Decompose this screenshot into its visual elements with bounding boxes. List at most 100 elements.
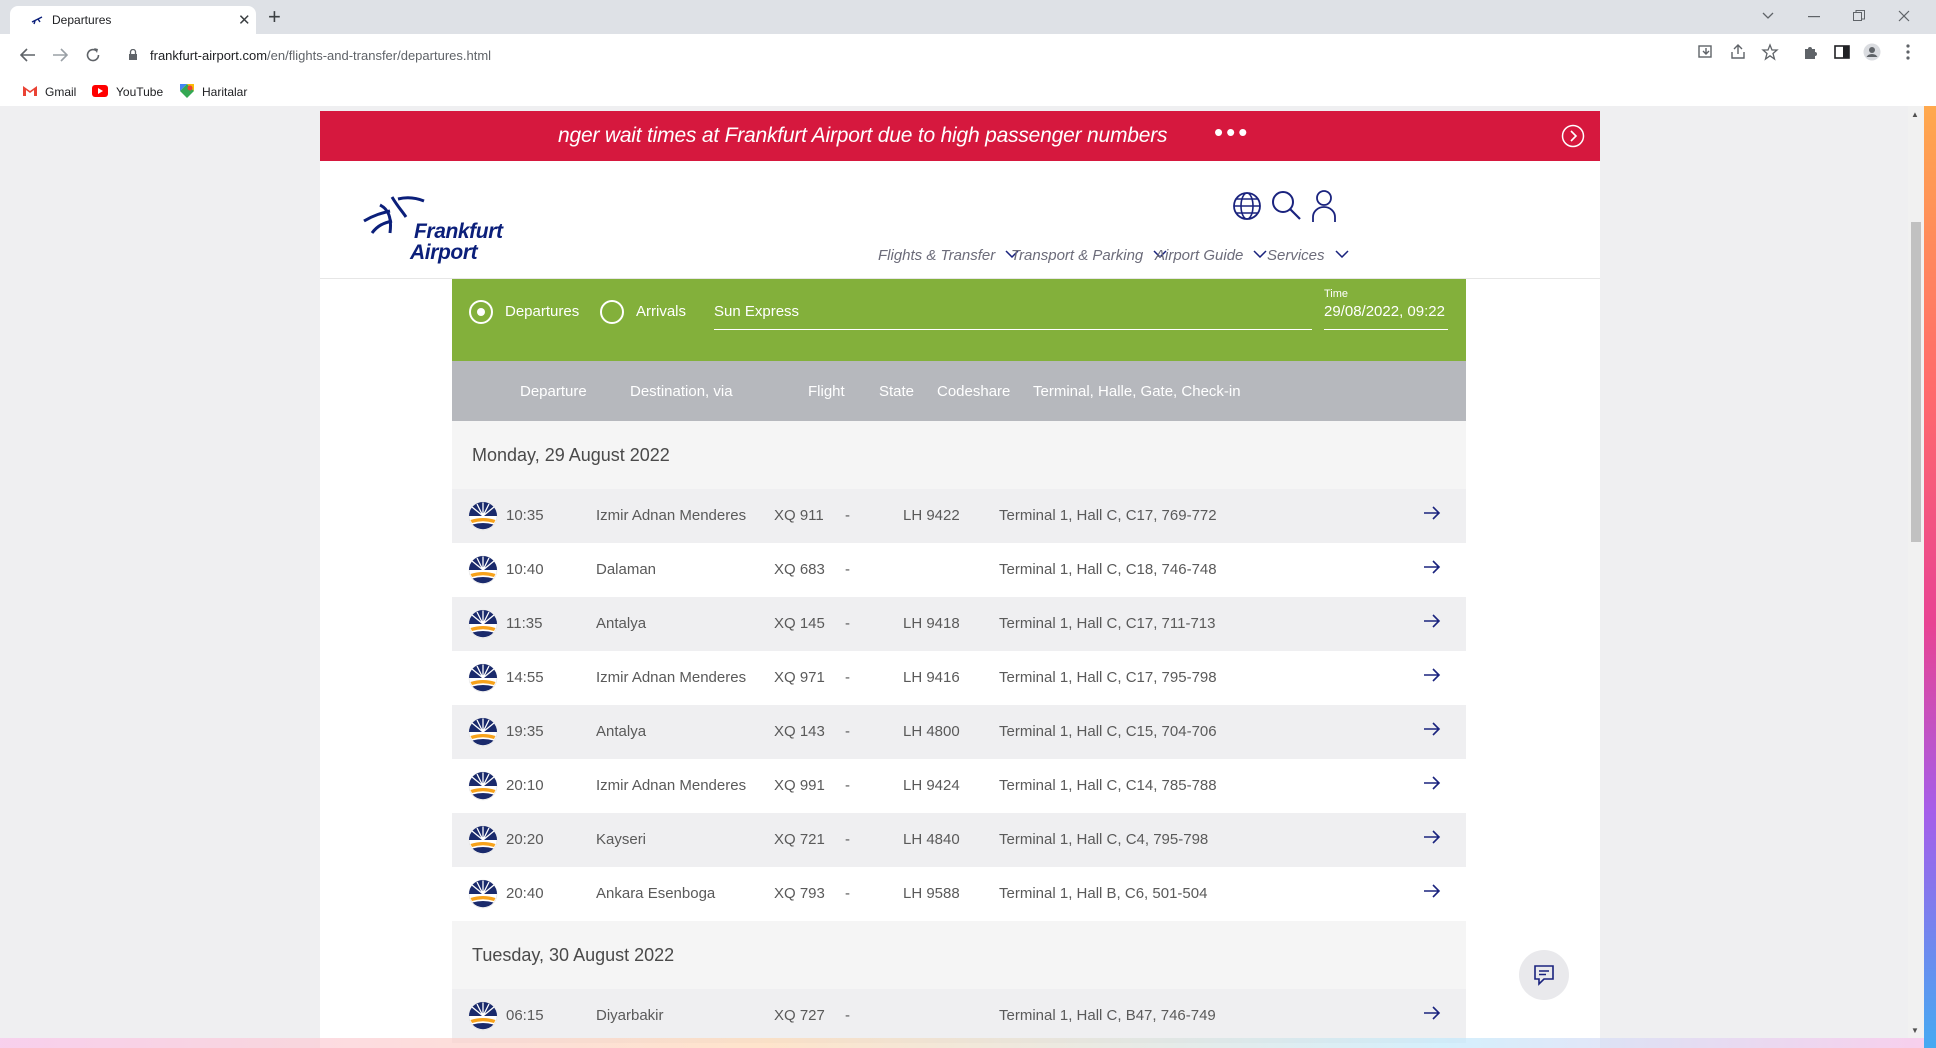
flight-state: - bbox=[845, 885, 850, 902]
menu-flights-transfer[interactable]: Flights & Transfer bbox=[878, 247, 1019, 264]
flight-number: XQ 911 bbox=[774, 507, 824, 524]
menu-services[interactable]: Services bbox=[1267, 247, 1349, 264]
bookmarks-bar: Gmail YouTube Haritalar bbox=[0, 76, 1936, 106]
youtube-icon bbox=[92, 85, 108, 97]
reload-icon[interactable] bbox=[85, 47, 101, 63]
flight-state: - bbox=[845, 777, 850, 794]
window-close-icon[interactable] bbox=[1898, 10, 1910, 22]
flight-row[interactable]: 14:55 Izmir Adnan Menderes XQ 971 - LH 9416 T… bbox=[452, 651, 1466, 705]
destination: Kayseri bbox=[596, 831, 647, 848]
col-destination: Destination, via bbox=[630, 383, 733, 400]
arrow-right-icon[interactable] bbox=[1423, 882, 1441, 900]
chat-button[interactable] bbox=[1519, 950, 1569, 1000]
codeshare: LH 9424 bbox=[903, 777, 960, 794]
browser-tab[interactable]: Departures ✕ bbox=[10, 6, 256, 34]
arrow-right-icon[interactable] bbox=[1423, 1004, 1441, 1022]
menu-airport-guide[interactable]: Airport Guide bbox=[1155, 247, 1267, 264]
flight-row[interactable]: 06:15 Diyarbakir XQ 727 - Terminal 1, Hall C… bbox=[452, 989, 1466, 1043]
chevron-down-icon bbox=[1253, 250, 1267, 258]
flight-row[interactable]: 20:20 Kayseri XQ 721 - LH 4840 Terminal 1, Ha… bbox=[452, 813, 1466, 867]
arrivals-radio-label[interactable]: Arrivals bbox=[636, 303, 686, 320]
destination: Izmir Adnan Menderes bbox=[596, 777, 747, 794]
share-icon[interactable] bbox=[1729, 43, 1747, 61]
scroll-down-arrow-icon[interactable]: ▼ bbox=[1911, 1026, 1919, 1035]
terminal-gate: Terminal 1, Hall C, C17, 795-798 bbox=[999, 669, 1217, 686]
scroll-up-arrow-icon[interactable]: ▲ bbox=[1911, 110, 1919, 119]
bookmark-maps[interactable]: Haritalar bbox=[202, 85, 247, 99]
arrivals-radio[interactable] bbox=[600, 300, 624, 324]
forward-icon[interactable] bbox=[52, 48, 68, 62]
frankfurt-airport-page: nger wait times at Frankfurt Airport due… bbox=[320, 111, 1600, 1048]
arrow-right-icon[interactable] bbox=[1423, 720, 1441, 738]
browser-tab-bar: Departures ✕ + bbox=[0, 0, 1936, 34]
alert-banner-text: nger wait times at Frankfurt Airport due… bbox=[558, 124, 1168, 147]
url-text: frankfurt-airport.com/en/flights-and-tra… bbox=[150, 48, 492, 63]
departures-radio[interactable] bbox=[469, 300, 493, 324]
search-underline bbox=[714, 329, 1312, 330]
scrollbar-thumb[interactable] bbox=[1911, 222, 1921, 542]
bookmark-youtube[interactable]: YouTube bbox=[116, 85, 163, 99]
sunexpress-logo-icon bbox=[468, 825, 498, 855]
sunexpress-logo-icon bbox=[468, 555, 498, 585]
side-panel-icon[interactable] bbox=[1833, 43, 1851, 61]
arrow-right-icon[interactable] bbox=[1423, 774, 1441, 792]
desktop-background-edge-right bbox=[1924, 106, 1936, 1048]
restore-icon[interactable] bbox=[1853, 10, 1865, 22]
url-field[interactable]: frankfurt-airport.com/en/flights-and-tra… bbox=[118, 40, 1688, 70]
page-viewport: nger wait times at Frankfurt Airport due… bbox=[0, 106, 1936, 1048]
profile-avatar-icon[interactable] bbox=[1863, 43, 1881, 61]
flight-row[interactable]: 11:35 Antalya XQ 145 - LH 9418 Terminal 1, Ha… bbox=[452, 597, 1466, 651]
frankfurt-airport-logo[interactable]: Frankfurt Airport bbox=[362, 193, 503, 265]
tab-search-icon[interactable] bbox=[1762, 12, 1774, 20]
menu-transport-parking[interactable]: Transport & Parking bbox=[1011, 247, 1167, 264]
time-underline bbox=[1324, 329, 1448, 330]
terminal-gate: Terminal 1, Hall C, C17, 711-713 bbox=[999, 615, 1216, 632]
tab-close-icon[interactable]: ✕ bbox=[238, 11, 251, 29]
flight-row[interactable]: 10:40 Dalaman XQ 683 - Terminal 1, Hall C, C… bbox=[452, 543, 1466, 597]
search-icon[interactable] bbox=[1270, 189, 1302, 223]
flight-row[interactable]: 19:35 Antalya XQ 143 - LH 4800 Terminal 1, Ha… bbox=[452, 705, 1466, 759]
flight-filter-bar: Departures Arrivals Sun Express Time 29/… bbox=[452, 279, 1466, 361]
flight-row[interactable]: 20:40 Ankara Esenboga XQ 793 - LH 9588 Termin… bbox=[452, 867, 1466, 921]
codeshare: LH 9416 bbox=[903, 669, 960, 686]
maps-icon bbox=[180, 84, 194, 98]
day-header: Monday, 29 August 2022 bbox=[452, 421, 1466, 489]
new-tab-button[interactable]: + bbox=[268, 6, 281, 28]
departure-time: 11:35 bbox=[506, 615, 543, 632]
flight-number: XQ 683 bbox=[774, 561, 825, 578]
col-codeshare: Codeshare bbox=[937, 383, 1011, 400]
language-globe-icon[interactable] bbox=[1231, 189, 1263, 223]
destination: Antalya bbox=[596, 723, 647, 740]
flight-state: - bbox=[845, 831, 850, 848]
arrow-right-icon[interactable] bbox=[1423, 612, 1441, 630]
departures-radio-label[interactable]: Departures bbox=[505, 303, 579, 320]
install-app-icon[interactable] bbox=[1697, 43, 1715, 61]
flight-number: XQ 971 bbox=[774, 669, 825, 686]
sunexpress-logo-icon bbox=[468, 879, 498, 909]
browser-menu-icon[interactable] bbox=[1899, 43, 1917, 61]
time-input[interactable]: 29/08/2022, 09:22 bbox=[1324, 303, 1445, 320]
arrow-right-icon[interactable] bbox=[1423, 558, 1441, 576]
gmail-icon bbox=[23, 86, 37, 96]
site-header: Frankfurt Airport Flights & Transfer Tra… bbox=[320, 161, 1600, 279]
arrow-right-icon[interactable] bbox=[1423, 504, 1441, 522]
back-icon[interactable] bbox=[20, 48, 36, 62]
terminal-gate: Terminal 1, Hall C, B47, 746-749 bbox=[999, 1007, 1216, 1024]
minimize-icon[interactable] bbox=[1808, 16, 1820, 18]
col-state: State bbox=[879, 383, 915, 400]
chevron-right-circle-icon[interactable] bbox=[1561, 124, 1585, 148]
flight-row[interactable]: 10:35 Izmir Adnan Menderes XQ 911 - LH 9422 T… bbox=[452, 489, 1466, 543]
sunexpress-logo-icon bbox=[468, 1001, 498, 1031]
arrow-right-icon[interactable] bbox=[1423, 828, 1441, 846]
arrow-right-icon[interactable] bbox=[1423, 666, 1441, 684]
flight-search-input[interactable]: Sun Express bbox=[714, 303, 799, 320]
sunexpress-logo-icon bbox=[468, 609, 498, 639]
bookmark-gmail[interactable]: Gmail bbox=[45, 85, 76, 99]
extensions-icon[interactable] bbox=[1801, 43, 1819, 61]
alert-banner[interactable]: nger wait times at Frankfurt Airport due… bbox=[320, 111, 1600, 161]
bookmark-star-icon[interactable] bbox=[1761, 43, 1779, 61]
flight-row[interactable]: 20:10 Izmir Adnan Menderes XQ 991 - LH 9424 T… bbox=[452, 759, 1466, 813]
user-account-icon[interactable] bbox=[1308, 189, 1340, 223]
desktop-background-edge bbox=[0, 1038, 1924, 1048]
plane-favicon-icon bbox=[31, 16, 43, 25]
